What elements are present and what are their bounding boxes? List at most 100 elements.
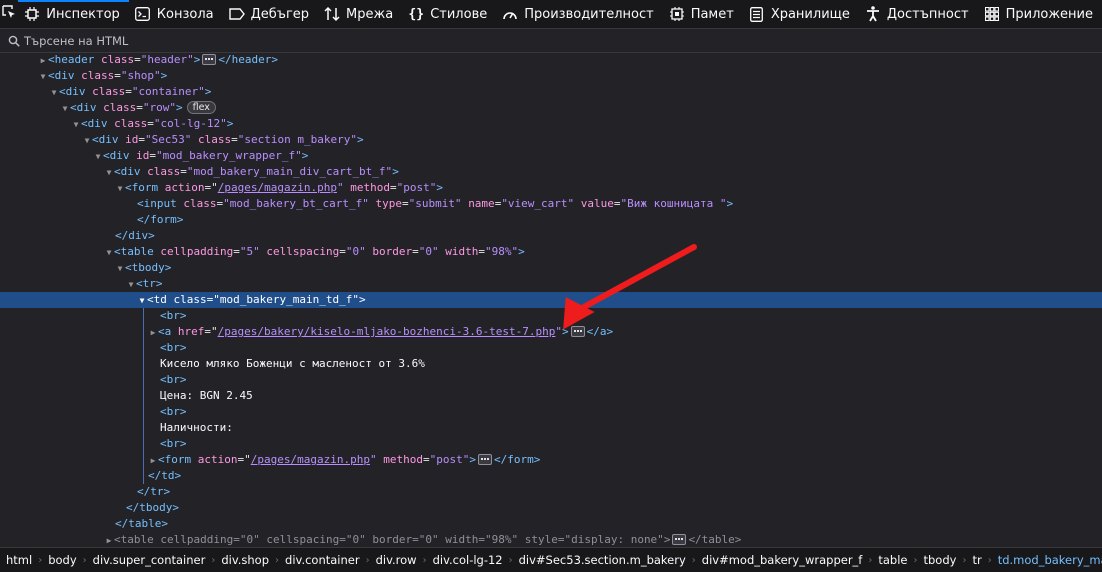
tree-node-hidden[interactable]: ▶ <table cellpadding="0" cellspacing="0" … (0, 532, 1102, 546)
breadcrumb-item[interactable]: div.shop (215, 553, 275, 567)
breadcrumb-item[interactable]: table (872, 553, 913, 567)
collapse-twisty-icon[interactable]: ▼ (104, 245, 114, 261)
tab-memory[interactable]: Памет (663, 0, 743, 28)
tab-style-editor[interactable]: {} Стилове (402, 0, 496, 28)
collapse-twisty-icon[interactable]: ▼ (115, 261, 125, 277)
tree-node[interactable]: </div> (0, 228, 1102, 244)
form-action-link[interactable]: /pages/magazin.php (218, 181, 337, 194)
expand-twisty-icon[interactable]: ▶ (104, 533, 114, 546)
breadcrumb-item[interactable]: div#Sec53.section.m_bakery (513, 553, 692, 567)
tab-label: Приложение (1005, 6, 1093, 22)
collapse-twisty-icon[interactable]: ▼ (49, 85, 59, 101)
form-action-link[interactable]: /pages/magazin.php (251, 453, 370, 466)
collapsed-content-ellipsis[interactable] (202, 53, 217, 65)
collapse-twisty-icon[interactable]: ▼ (82, 133, 92, 149)
tree-node-selected[interactable]: ▼ <td class="mod_bakery_main_td_f"> (0, 292, 1102, 308)
breadcrumb-item[interactable]: div#mod_bakery_wrapper_f (696, 553, 869, 567)
tree-node[interactable]: <br> (0, 308, 1102, 324)
collapsed-content-ellipsis[interactable] (672, 533, 687, 545)
tree-node[interactable]: </table> (0, 516, 1102, 532)
markup-tree: ▶ <header class="header"> </header> ▼ <div … (0, 52, 1102, 546)
tree-text-node[interactable]: Наличности: (0, 420, 1102, 436)
breadcrumb-item[interactable]: div.row (370, 553, 423, 567)
breadcrumb-item[interactable]: div.super_container (87, 553, 212, 567)
tree-node[interactable]: ▼ <tbody> (0, 260, 1102, 276)
search-icon (8, 35, 20, 47)
tree-text-node[interactable]: Кисело мляко Боженци с масленост от 3.6% (0, 356, 1102, 372)
tree-node[interactable]: <br> (0, 340, 1102, 356)
tab-inspector[interactable]: Инспектор (18, 0, 129, 28)
tab-label: Достъпност (886, 6, 969, 22)
tab-debugger[interactable]: Дебъгер (223, 0, 318, 28)
tree-node[interactable]: ▼ <div class="shop"> (0, 68, 1102, 84)
breadcrumb-item[interactable]: body (42, 553, 82, 567)
tree-node[interactable]: </tr> (0, 484, 1102, 500)
collapse-twisty-icon[interactable]: ▼ (115, 181, 125, 197)
element-picker-icon (1, 4, 17, 24)
collapse-twisty-icon[interactable]: ▼ (137, 293, 147, 309)
tab-console[interactable]: Конзола (129, 0, 223, 28)
breadcrumb-item[interactable]: div.col-lg-12 (427, 553, 509, 567)
tree-node[interactable]: ▶ <header class="header"> </header> (0, 52, 1102, 68)
collapse-twisty-icon[interactable]: ▼ (93, 149, 103, 165)
breadcrumb-item[interactable]: tbody (917, 553, 962, 567)
tree-node[interactable]: <input class="mod_bakery_bt_cart_f" type… (0, 196, 1102, 212)
tab-network[interactable]: Мрежа (318, 0, 402, 28)
breadcrumb-item[interactable]: div.container (279, 553, 366, 567)
tab-label: Дебъгер (250, 6, 310, 22)
collapsed-content-ellipsis[interactable] (570, 325, 585, 337)
breadcrumb-item[interactable]: tr (966, 553, 987, 567)
breadcrumb-item[interactable]: html (0, 553, 38, 567)
tree-node[interactable]: ▼ <div id="mod_bakery_wrapper_f"> (0, 148, 1102, 164)
flex-badge[interactable]: flex (186, 100, 216, 114)
html-search-input[interactable] (24, 33, 424, 48)
inspector-icon (24, 6, 40, 22)
style-editor-icon: {} (408, 6, 425, 22)
collapsed-content-ellipsis[interactable] (477, 453, 492, 465)
debugger-icon (228, 6, 245, 22)
tab-storage[interactable]: Хранилище (743, 0, 859, 28)
accessibility-icon (865, 6, 881, 22)
tab-application[interactable]: Приложение (978, 0, 1102, 28)
expand-twisty-icon[interactable]: ▶ (38, 53, 48, 69)
tree-node[interactable]: ▼ <form action="/pages/magazin.php" metho… (0, 180, 1102, 196)
memory-icon (669, 6, 685, 22)
tree-node[interactable]: ▼ <div class="col-lg-12"> (0, 116, 1102, 132)
collapse-twisty-icon[interactable]: ▼ (38, 69, 48, 85)
tree-node[interactable]: ▼ <div id="Sec53" class="section m_bakery… (0, 132, 1102, 148)
expand-twisty-icon[interactable]: ▶ (148, 325, 158, 341)
tree-node[interactable]: ▶ <a href="/pages/bakery/kiselo-mljako-bo… (0, 324, 1102, 340)
collapse-twisty-icon[interactable]: ▼ (126, 277, 136, 293)
devtools-toolbar: Инспектор Конзола Дебъгер Мрежа {} Стило… (0, 0, 1102, 29)
href-link[interactable]: /pages/bakery/kiselo-mljako-bozhenci-3.6… (218, 325, 556, 338)
element-picker-button[interactable] (0, 0, 18, 28)
tab-label: Стилове (430, 6, 488, 22)
tree-node[interactable]: <br> (0, 436, 1102, 452)
collapse-twisty-icon[interactable]: ▼ (60, 101, 70, 117)
tree-node[interactable]: </td> (0, 468, 1102, 484)
network-icon (324, 6, 340, 22)
breadcrumb: html › body › div.super_container › div.sho… (0, 547, 1102, 572)
breadcrumb-item-current[interactable]: td.mod_bakery_main_td_f (992, 553, 1102, 567)
tab-performance[interactable]: Производителност (496, 0, 662, 28)
expand-twisty-icon[interactable]: ▶ (148, 453, 158, 469)
tree-node[interactable]: <br> (0, 404, 1102, 420)
performance-icon (502, 6, 518, 22)
tree-node[interactable]: </tbody> (0, 500, 1102, 516)
tree-text-node[interactable]: Цена: BGN 2.45 (0, 388, 1102, 404)
tab-label: Конзола (156, 6, 214, 22)
tree-node[interactable]: </form> (0, 212, 1102, 228)
tab-label: Памет (690, 6, 734, 22)
tab-accessibility[interactable]: Достъпност (859, 0, 978, 28)
tree-node[interactable]: ▼ <div class="mod_bakery_main_div_cart_bt… (0, 164, 1102, 180)
tree-node[interactable]: <br> (0, 372, 1102, 388)
tree-node[interactable]: ▼ <div class="container"> (0, 84, 1102, 100)
tree-node[interactable]: ▼ <table cellpadding="5" cellspacing="0" … (0, 244, 1102, 260)
tree-node[interactable]: ▶ <form action="/pages/magazin.php" metho… (0, 452, 1102, 468)
collapse-twisty-icon[interactable]: ▼ (104, 165, 114, 181)
tab-label: Инспектор (46, 6, 120, 22)
tree-node[interactable]: ▼ <tr> (0, 276, 1102, 292)
tab-label: Мрежа (346, 6, 394, 22)
tree-node[interactable]: ▼ <div class="row"> flex (0, 100, 1102, 116)
collapse-twisty-icon[interactable]: ▼ (71, 117, 81, 133)
